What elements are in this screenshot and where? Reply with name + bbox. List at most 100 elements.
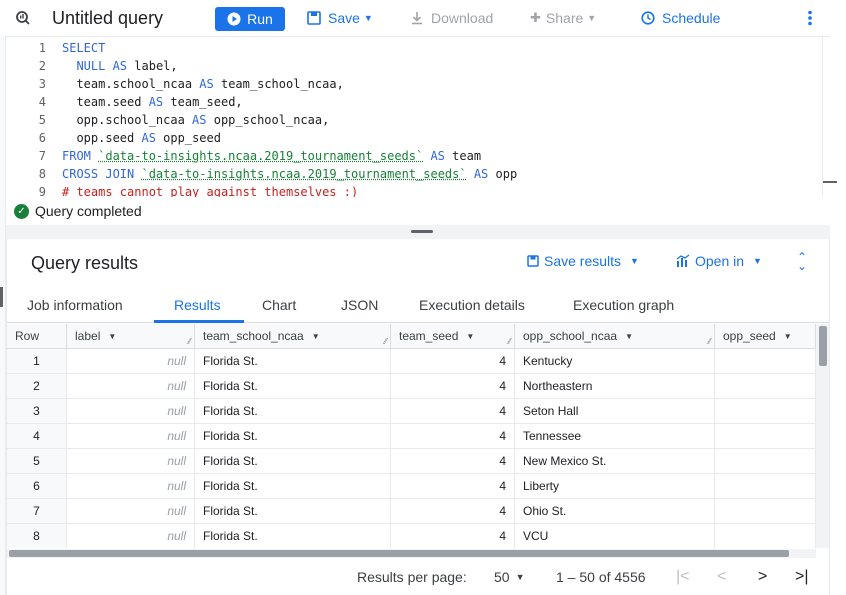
table-cell[interactable] [715,399,816,424]
panel-resize-handle[interactable] [0,287,3,307]
tab-results[interactable]: Results [174,287,221,323]
query-title[interactable]: Untitled query [52,0,163,36]
table-cell[interactable]: 4 [391,449,515,474]
sort-menu-icon[interactable]: ▼ [312,332,320,341]
tab-execution-details[interactable]: Execution details [419,287,525,323]
vertical-scrollbar[interactable] [816,324,829,548]
code-token: SELECT [62,41,106,55]
table-cell[interactable]: null [67,449,195,474]
code-text: NULL AS label, [62,57,177,75]
scrollbar-thumb[interactable] [9,550,789,557]
per-page-select[interactable]: 50 ▼ [494,561,525,593]
table-cell[interactable]: 4 [391,424,515,449]
column-resize-icon[interactable]: ⁄⁄ [508,337,511,346]
share-button[interactable]: ✚ Share ▼ [530,0,596,36]
first-page-icon[interactable]: |< [676,561,690,593]
table-cell[interactable]: 4 [391,524,515,548]
table-cell[interactable]: 4 [391,399,515,424]
table-cell[interactable]: 4 [391,474,515,499]
column-header-opp-seed[interactable]: opp_seed ▼ [715,324,816,349]
sort-menu-icon[interactable]: ▼ [625,332,633,341]
table-cell[interactable]: null [67,399,195,424]
tab-execution-graph[interactable]: Execution graph [573,287,674,323]
column-header-label[interactable]: label ▼ ⁄⁄ [67,324,195,349]
run-button[interactable]: Run [215,7,285,31]
table-cell[interactable]: null [67,474,195,499]
table-cell[interactable]: Florida St. [195,424,391,449]
editor-scrollbar[interactable] [822,37,837,198]
drag-handle-icon[interactable] [411,230,433,233]
code-line[interactable]: 3 team.school_ncaa AS team_school_ncaa, [6,75,816,93]
column-resize-icon[interactable]: ⁄⁄ [188,337,191,346]
table-cell[interactable]: Florida St. [195,474,391,499]
table-cell[interactable] [715,374,816,399]
table-cell[interactable] [715,349,816,374]
table-cell[interactable]: Florida St. [195,349,391,374]
expand-icon[interactable]: ⌃ ⌄ [797,251,807,272]
table-cell[interactable]: null [67,374,195,399]
table-cell[interactable]: 4 [391,499,515,524]
query-icon [14,0,32,36]
table-cell[interactable]: Florida St. [195,399,391,424]
next-page-icon[interactable]: > [758,561,767,593]
table-cell[interactable]: null [67,499,195,524]
table-cell[interactable] [715,424,816,449]
table-cell[interactable] [715,449,816,474]
sql-editor[interactable]: 1 SELECT 2 NULL AS label, 3 team.school_nca… [6,36,837,199]
column-resize-icon[interactable]: ⁄⁄ [384,337,387,346]
tab-job-information[interactable]: Job information [27,287,123,323]
table-cell[interactable]: Florida St. [195,374,391,399]
row-number: 7 [7,499,67,524]
table-cell[interactable]: 4 [391,374,515,399]
table-cell[interactable]: VCU [515,524,715,548]
save-button[interactable]: Save ▼ [307,0,373,36]
code-line[interactable]: 1 SELECT [6,39,816,57]
table-cell[interactable]: null [67,524,195,548]
horizontal-scrollbar[interactable] [7,549,816,558]
code-line[interactable]: 2 NULL AS label, [6,57,816,75]
table-cell[interactable]: Ohio St. [515,499,715,524]
table-cell[interactable]: New Mexico St. [515,449,715,474]
column-resize-icon[interactable]: ⁄⁄ [708,337,711,346]
table-cell[interactable]: 4 [391,349,515,374]
row-number: 6 [7,474,67,499]
save-results-button[interactable]: Save results ▼ [527,253,639,269]
tab-json[interactable]: JSON [341,287,378,323]
table-cell[interactable]: Florida St. [195,449,391,474]
editor-results-splitter[interactable] [6,225,830,239]
table-cell[interactable]: Florida St. [195,499,391,524]
table-cell[interactable] [715,499,816,524]
column-header-team-seed[interactable]: team_seed ▼ ⁄⁄ [391,324,515,349]
code-token: AS [112,59,135,73]
table-cell[interactable]: Kentucky [515,349,715,374]
table-cell[interactable]: Tennessee [515,424,715,449]
more-options-icon[interactable] [802,0,818,36]
line-number: 6 [38,131,46,145]
table-cell[interactable] [715,474,816,499]
code-line[interactable]: 8 CROSS JOIN `data-to-insights.ncaa.2019_… [6,165,816,183]
last-page-icon[interactable]: >| [795,561,809,593]
table-cell[interactable]: null [67,424,195,449]
tab-chart[interactable]: Chart [262,287,296,323]
table-cell[interactable]: Northeastern [515,374,715,399]
table-cell[interactable] [715,524,816,548]
column-header-row[interactable]: Row [7,324,67,349]
sort-menu-icon[interactable]: ▼ [784,332,792,341]
table-cell[interactable]: null [67,349,195,374]
code-line[interactable]: 6 opp.seed AS opp_seed [6,129,816,147]
sort-menu-icon[interactable]: ▼ [108,332,116,341]
schedule-button[interactable]: Schedule [641,0,720,36]
code-line[interactable]: 4 team.seed AS team_seed, [6,93,816,111]
scrollbar-thumb[interactable] [819,326,827,366]
table-cell[interactable]: Liberty [515,474,715,499]
previous-page-icon[interactable]: < [717,561,726,593]
column-header-team-school-ncaa[interactable]: team_school_ncaa ▼ ⁄⁄ [195,324,391,349]
code-line[interactable]: 5 opp.school_ncaa AS opp_school_ncaa, [6,111,816,129]
code-line[interactable]: 7 FROM `data-to-insights.ncaa.2019_tourna… [6,147,816,165]
column-header-opp-school-ncaa[interactable]: opp_school_ncaa ▼ ⁄⁄ [515,324,715,349]
table-cell[interactable]: Florida St. [195,524,391,548]
download-button[interactable]: Download [410,0,493,36]
table-cell[interactable]: Seton Hall [515,399,715,424]
sort-menu-icon[interactable]: ▼ [466,332,474,341]
open-in-button[interactable]: Open in ▼ [676,253,762,269]
